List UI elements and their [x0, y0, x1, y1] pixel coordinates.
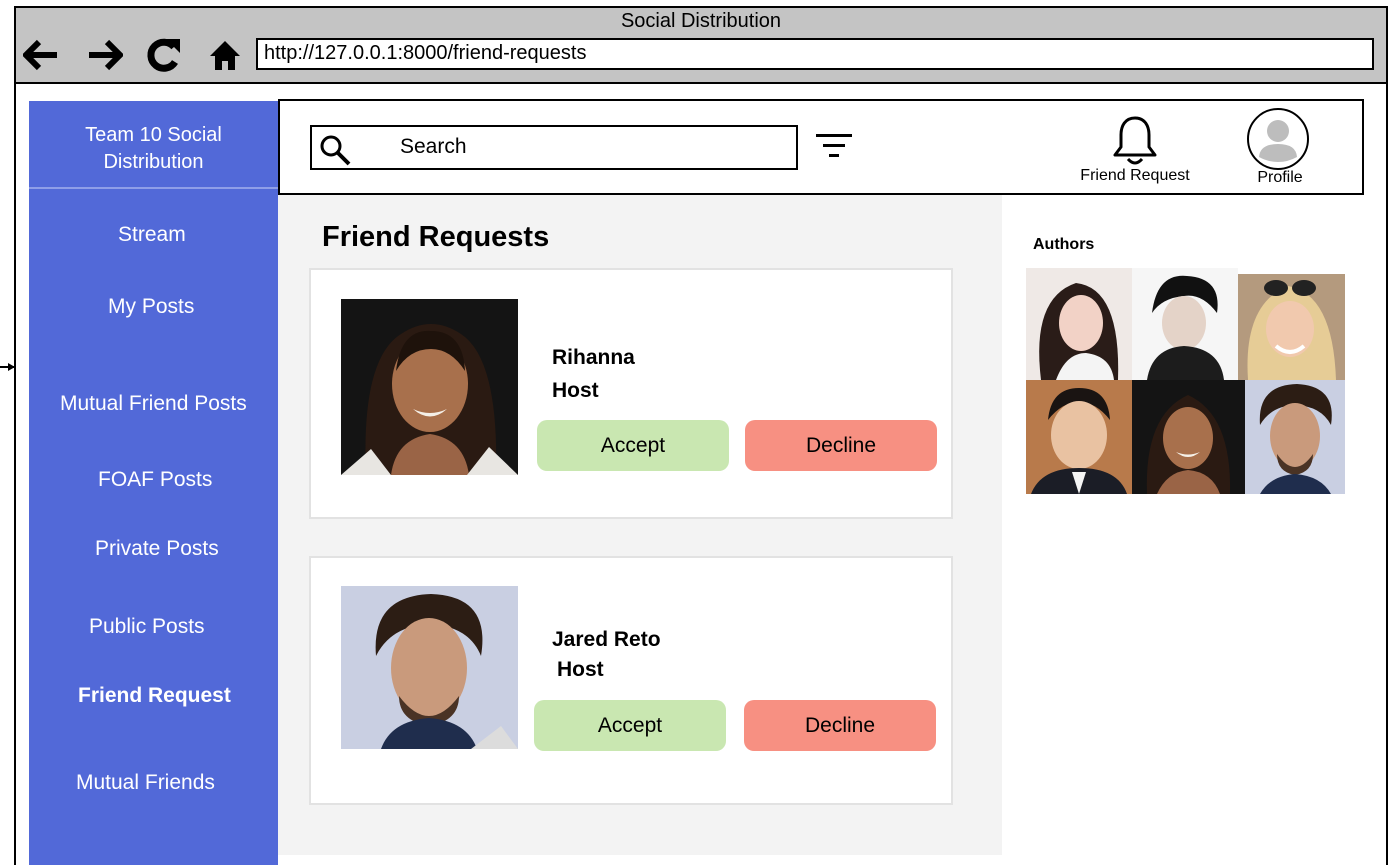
browser-titlebar: Social Distribution http://127.0.0.1:800…	[16, 8, 1386, 84]
author-avatar-rihanna	[341, 299, 518, 475]
friend-request-card: Rihanna Host Accept Decline	[309, 268, 953, 519]
sidebar-item-mutual-friend-posts[interactable]: Mutual Friend Posts	[60, 392, 247, 416]
sidebar-item-public-posts[interactable]: Public Posts	[89, 615, 205, 639]
profile-label: Profile	[1257, 169, 1303, 186]
sidebar-item-stream[interactable]: Stream	[118, 223, 186, 247]
author-thumbnail[interactable]	[1026, 268, 1132, 380]
home-icon[interactable]	[206, 36, 244, 74]
brand-line-1: Team 10 Social	[85, 124, 222, 146]
search-input[interactable]: Search	[310, 125, 798, 170]
sidebar: Team 10 Social Distribution Stream My Po…	[29, 101, 278, 865]
arrow-left-icon[interactable]	[22, 36, 60, 74]
url-bar[interactable]: http://127.0.0.1:8000/friend-requests	[256, 38, 1374, 70]
author-thumbnail[interactable]	[1238, 274, 1345, 380]
brand[interactable]: Team 10 Social Distribution	[29, 101, 278, 189]
friend-request-notification-button[interactable]: Friend Request	[1070, 115, 1200, 190]
main-panel: Friend Requests Rihanna Host Accept Decl…	[278, 195, 1002, 855]
top-bar: Search Friend Request Profile	[278, 99, 1364, 195]
profile-button[interactable]: Profile	[1240, 107, 1312, 189]
request-role: Host	[552, 379, 599, 402]
window-title: Social Distribution	[620, 10, 782, 32]
arrow-stub-icon	[0, 359, 16, 377]
arrow-right-icon[interactable]	[86, 36, 124, 74]
authors-title: Authors	[1033, 236, 1095, 253]
notification-label: Friend Request	[1080, 167, 1190, 184]
request-name: Rihanna	[552, 346, 635, 369]
search-icon	[320, 135, 351, 166]
author-thumbnail[interactable]	[1132, 380, 1245, 494]
author-thumbnail[interactable]	[1245, 380, 1345, 494]
reload-icon[interactable]	[144, 36, 182, 74]
bell-icon	[1113, 116, 1157, 165]
decline-button[interactable]: Decline	[745, 420, 937, 471]
request-name: Jared Reto	[552, 628, 661, 651]
accept-button[interactable]: Accept	[537, 420, 729, 471]
decline-button[interactable]: Decline	[744, 700, 936, 751]
friend-request-card: Jared Reto Host Accept Decline	[309, 556, 953, 805]
brand-line-2: Distribution	[103, 151, 204, 173]
author-thumbnail[interactable]	[1132, 268, 1238, 380]
author-thumbnail[interactable]	[1026, 380, 1132, 494]
page-title: Friend Requests	[322, 221, 550, 253]
avatar-icon	[1247, 108, 1309, 170]
author-avatar-jared-reto	[341, 586, 518, 749]
sidebar-item-private-posts[interactable]: Private Posts	[95, 537, 219, 561]
sidebar-item-friend-request[interactable]: Friend Request	[78, 684, 231, 708]
request-role: Host	[557, 658, 604, 681]
filter-icon[interactable]	[814, 131, 854, 161]
accept-button[interactable]: Accept	[534, 700, 726, 751]
sidebar-item-foaf-posts[interactable]: FOAF Posts	[98, 468, 212, 492]
sidebar-item-my-posts[interactable]: My Posts	[108, 295, 194, 319]
search-placeholder: Search	[400, 135, 467, 158]
sidebar-item-mutual-friends[interactable]: Mutual Friends	[76, 771, 215, 795]
